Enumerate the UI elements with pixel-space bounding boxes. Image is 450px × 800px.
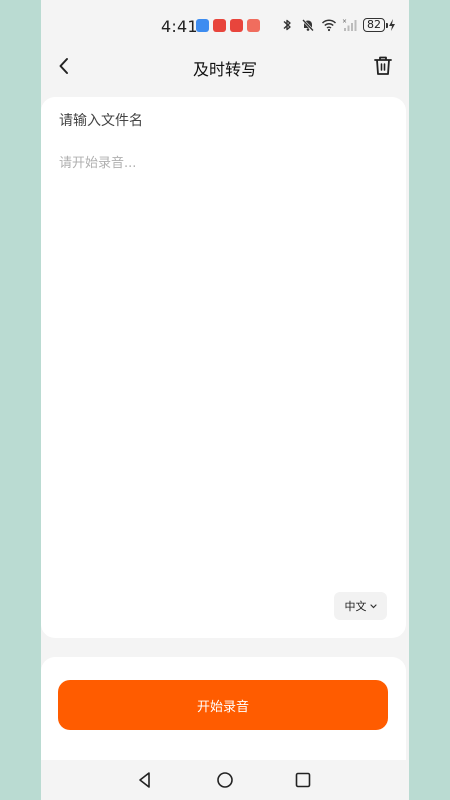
system-icons: × 82	[279, 17, 396, 33]
cellular-signal-icon: ×	[342, 18, 357, 31]
chevron-down-icon	[369, 603, 377, 608]
app-notification-icon	[230, 19, 243, 32]
language-select[interactable]: 中文	[334, 592, 387, 620]
mute-bell-icon	[302, 19, 314, 32]
nav-back-icon[interactable]	[135, 770, 155, 790]
transcript-textarea[interactable]	[59, 152, 384, 582]
svg-text:×: ×	[342, 18, 347, 25]
wifi-icon	[321, 19, 337, 32]
app-notification-icon	[196, 19, 209, 32]
filename-input[interactable]	[59, 113, 379, 129]
nav-recents-icon[interactable]	[293, 770, 313, 790]
app-notification-icon	[213, 19, 226, 32]
system-navigation-bar	[41, 760, 409, 800]
transcription-editor-card: 中文	[41, 97, 406, 638]
app-notification-icon	[247, 19, 260, 32]
phone-screen: 4:41 × 82 及时转写 请输入文件名 请开始录音... 中文 开始录音	[41, 0, 409, 800]
trash-icon[interactable]	[372, 54, 394, 78]
start-recording-button[interactable]: 开始录音	[58, 680, 388, 730]
charging-icon	[389, 19, 395, 31]
notification-icons	[196, 19, 260, 32]
battery-indicator: 82	[363, 18, 396, 32]
bluetooth-icon	[283, 19, 291, 31]
language-select-label: 中文	[344, 600, 367, 613]
app-header: 及时转写	[41, 44, 409, 88]
status-time: 4:41	[161, 17, 198, 36]
page-title: 及时转写	[192, 60, 257, 79]
battery-level: 82	[363, 18, 385, 32]
action-panel: 开始录音	[41, 657, 406, 762]
nav-home-icon[interactable]	[215, 770, 235, 790]
